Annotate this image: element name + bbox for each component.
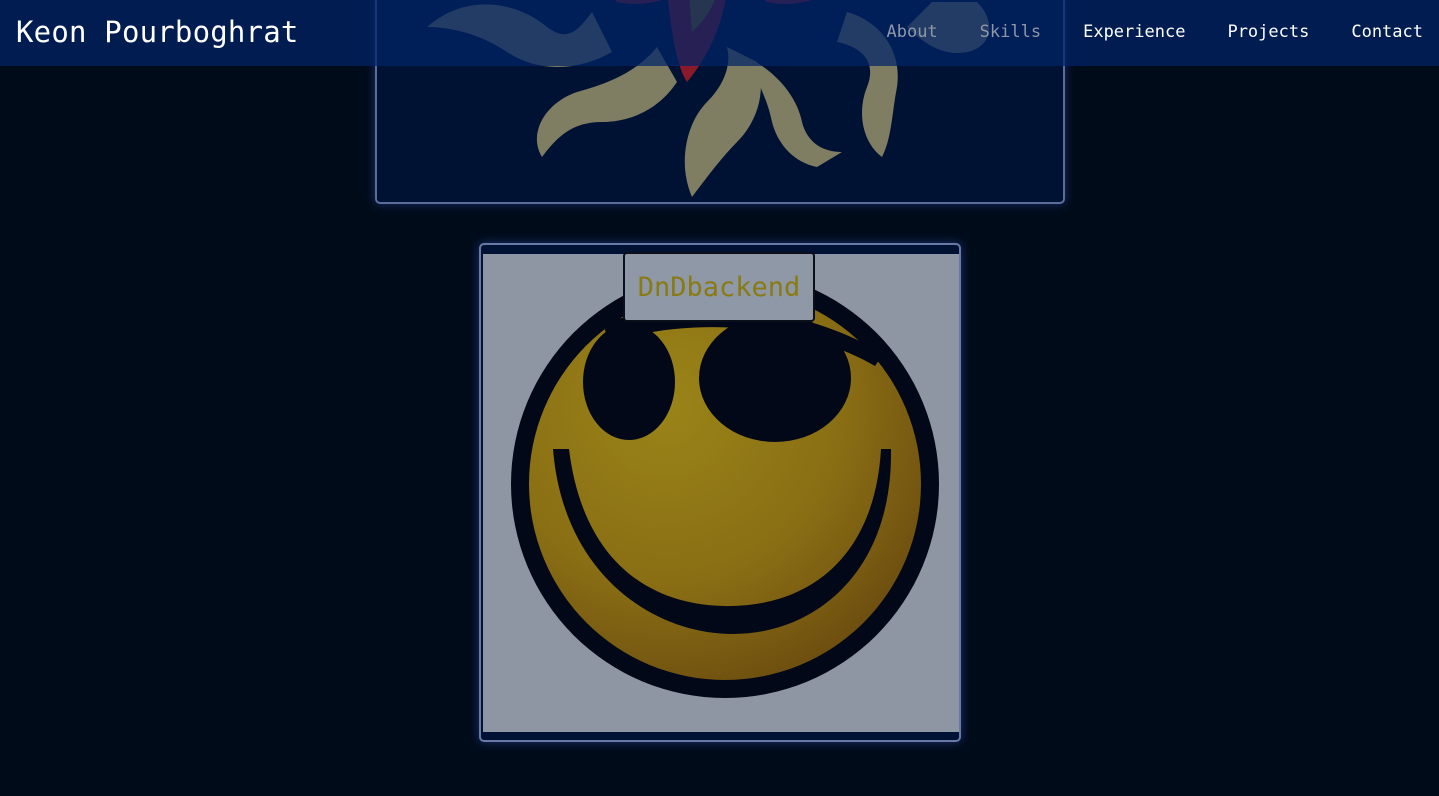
project-image [483, 254, 959, 732]
nav-link-skills[interactable]: Skills [980, 22, 1041, 42]
nav-link-contact[interactable]: Contact [1351, 22, 1423, 42]
nav-link-about[interactable]: About [886, 22, 937, 42]
pirate-smiley-image [483, 254, 959, 732]
brand-name[interactable]: Keon Pourboghrat [16, 15, 299, 49]
project-title-box[interactable]: DnDbackend [623, 252, 815, 322]
nav-links: About Skills Experience Projects Contact [844, 22, 1423, 42]
nav-link-projects[interactable]: Projects [1227, 22, 1309, 42]
project-title: DnDbackend [637, 271, 801, 303]
page: Keon Pourboghrat About Skills Experience… [0, 0, 1439, 796]
nav-link-experience[interactable]: Experience [1083, 22, 1185, 42]
navbar: Keon Pourboghrat About Skills Experience… [0, 0, 1439, 66]
